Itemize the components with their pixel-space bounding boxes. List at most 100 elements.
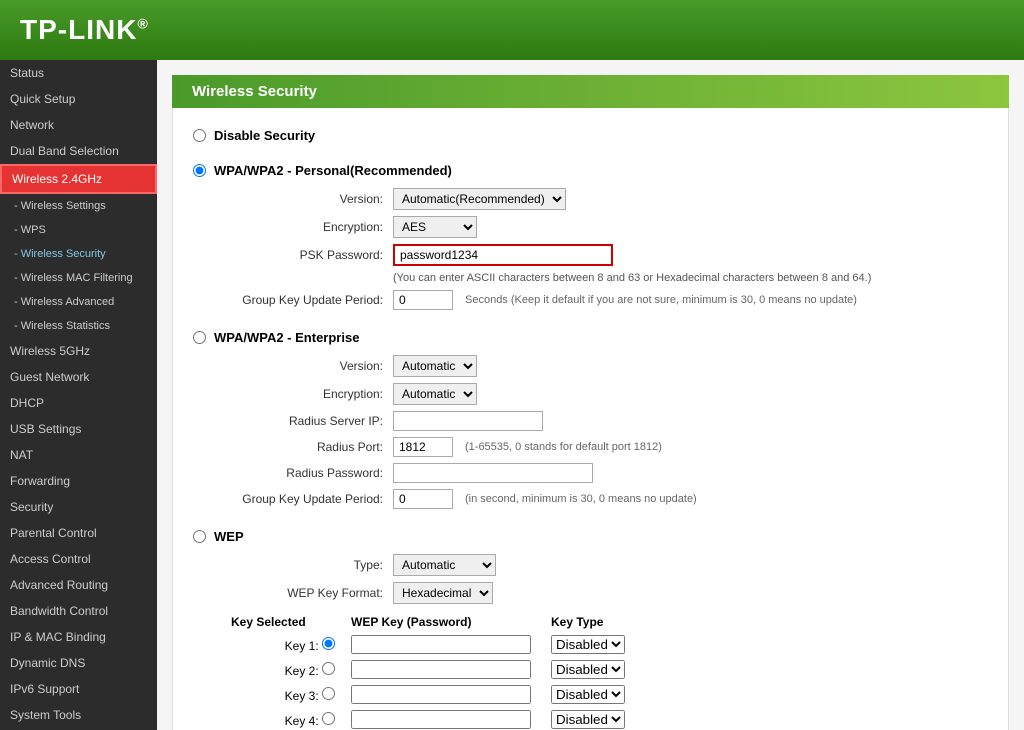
key-type-header: Key Type [543, 612, 633, 632]
sidebar-item-nat[interactable]: NAT [0, 442, 157, 468]
sidebar-item-ipv6[interactable]: IPv6 Support [0, 676, 157, 702]
sidebar-item-wireless24[interactable]: Wireless 2.4GHz [0, 164, 157, 194]
wpa-enterprise-header: WPA/WPA2 - Enterprise [193, 330, 988, 345]
sidebar-item-security[interactable]: Security [0, 494, 157, 520]
sidebar-item-usb[interactable]: USB Settings [0, 416, 157, 442]
wep-key-4-input[interactable] [351, 710, 531, 729]
psk-password-input[interactable] [393, 244, 613, 266]
wep-type-select[interactable]: Automatic Open System Shared Key [393, 554, 496, 576]
wep-key-2-type-cell: Disabled 64bit 128bit 152bit [543, 657, 633, 682]
wep-keyformat-select[interactable]: Hexadecimal ASCII [393, 582, 493, 604]
wep-label: WEP [214, 529, 244, 544]
wep-key-1-type-select[interactable]: Disabled 64bit 128bit 152bit [551, 635, 625, 654]
sidebar-item-network[interactable]: Network [0, 112, 157, 138]
wep-keys-table: Key Selected WEP Key (Password) Key Type… [223, 612, 633, 730]
wpa-enterprise-encryption-control: Automatic TKIP AES [393, 383, 477, 405]
psk-hint: (You can enter ASCII characters between … [223, 272, 988, 284]
wep-key-2-cell [343, 657, 543, 682]
enterprise-groupkey-input[interactable] [393, 489, 453, 509]
wpa-enterprise-encryption-label: Encryption: [223, 387, 393, 401]
radius-port-input[interactable] [393, 437, 453, 457]
wpa-personal-groupkey-label: Group Key Update Period: [223, 293, 393, 307]
sidebar-item-wireless-settings[interactable]: - Wireless Settings [0, 194, 157, 218]
radius-pass-label: Radius Password: [223, 466, 393, 480]
sidebar-item-wireless-advanced[interactable]: - Wireless Advanced [0, 290, 157, 314]
wep-type-row: Type: Automatic Open System Shared Key [193, 554, 988, 576]
wep-key-3-cell [343, 682, 543, 707]
wep-key-2-radio[interactable] [322, 662, 335, 675]
sidebar-item-bandwidth[interactable]: Bandwidth Control [0, 598, 157, 624]
wep-key-1-type-cell: Disabled 64bit 128bit 152bit [543, 632, 633, 657]
wep-key-3-row: Key 3: Disabled 64bit 128bit [223, 682, 633, 707]
sidebar-item-ipmac[interactable]: IP & MAC Binding [0, 624, 157, 650]
wep-key-4-label: Key 4: [223, 707, 343, 730]
wep-key-1-radio[interactable] [322, 637, 335, 650]
radius-ip-input[interactable] [393, 411, 543, 431]
wep-key-2-row: Key 2: Disabled 64bit 128bit [223, 657, 633, 682]
content-area: Disable Security WPA/WPA2 - Personal(Rec… [172, 108, 1009, 730]
sidebar-item-dualband[interactable]: Dual Band Selection [0, 138, 157, 164]
radius-port-label: Radius Port: [223, 440, 393, 454]
wep-key-2-input[interactable] [351, 660, 531, 679]
page-title: Wireless Security [172, 75, 1009, 108]
wpa-personal-encryption-control: Automatic TKIP AES [393, 216, 477, 238]
sidebar-item-wireless-security[interactable]: - Wireless Security [0, 242, 157, 266]
wpa-personal-version-control: Automatic(Recommended) WPA WPA2 [393, 188, 566, 210]
radius-ip-label: Radius Server IP: [223, 414, 393, 428]
sidebar-item-advanced-routing[interactable]: Advanced Routing [0, 572, 157, 598]
sidebar-item-dhcp[interactable]: DHCP [0, 390, 157, 416]
sidebar-item-wps[interactable]: - WPS [0, 218, 157, 242]
radius-port-row: Radius Port: (1-65535, 0 stands for defa… [193, 437, 988, 457]
wep-section: WEP Type: Automatic Open System Shared K… [193, 529, 988, 730]
sidebar-item-wireless5g[interactable]: Wireless 5GHz [0, 338, 157, 364]
wpa-personal-radio[interactable] [193, 164, 206, 177]
sidebar-item-quicksetup[interactable]: Quick Setup [0, 86, 157, 112]
disable-security-section: Disable Security [193, 128, 988, 143]
sidebar-item-parental[interactable]: Parental Control [0, 520, 157, 546]
wep-key-4-radio[interactable] [322, 712, 335, 725]
radius-pass-row: Radius Password: [193, 463, 988, 483]
wpa-personal-groupkey-control: Seconds (Keep it default if you are not … [393, 290, 857, 310]
disable-security-radio[interactable] [193, 129, 206, 142]
wpa-personal-section: WPA/WPA2 - Personal(Recommended) Version… [193, 163, 988, 310]
wep-key-3-input[interactable] [351, 685, 531, 704]
sidebar-item-systemtools[interactable]: System Tools [0, 702, 157, 728]
wep-key-4-cell [343, 707, 543, 730]
sidebar-item-guest[interactable]: Guest Network [0, 364, 157, 390]
wpa-enterprise-label: WPA/WPA2 - Enterprise [214, 330, 359, 345]
wep-key-2-type-select[interactable]: Disabled 64bit 128bit 152bit [551, 660, 625, 679]
wpa-enterprise-version-row: Version: Automatic WPA WPA2 [193, 355, 988, 377]
wep-type-label: Type: [223, 558, 393, 572]
wpa-personal-groupkey-input[interactable] [393, 290, 453, 310]
logo: TP-LINK® [20, 14, 149, 46]
wpa-enterprise-version-select[interactable]: Automatic WPA WPA2 [393, 355, 477, 377]
wep-key-3-type-select[interactable]: Disabled 64bit 128bit 152bit [551, 685, 625, 704]
wpa-personal-version-select[interactable]: Automatic(Recommended) WPA WPA2 [393, 188, 566, 210]
main-content: Wireless Security Disable Security WPA/W… [157, 60, 1024, 730]
key-selected-header: Key Selected [223, 612, 343, 632]
wpa-enterprise-encryption-select[interactable]: Automatic TKIP AES [393, 383, 477, 405]
wep-key-3-type-cell: Disabled 64bit 128bit 152bit [543, 682, 633, 707]
sidebar-item-status[interactable]: Status [0, 60, 157, 86]
sidebar-item-ddns[interactable]: Dynamic DNS [0, 650, 157, 676]
wep-key-1-cell [343, 632, 543, 657]
sidebar-item-forwarding[interactable]: Forwarding [0, 468, 157, 494]
wep-key-4-type-select[interactable]: Disabled 64bit 128bit 152bit [551, 710, 625, 729]
wpa-personal-label: WPA/WPA2 - Personal(Recommended) [214, 163, 452, 178]
wep-key-3-radio[interactable] [322, 687, 335, 700]
sidebar-item-mac-filtering[interactable]: - Wireless MAC Filtering [0, 266, 157, 290]
wpa-enterprise-radio[interactable] [193, 331, 206, 344]
wpa-personal-encryption-select[interactable]: Automatic TKIP AES [393, 216, 477, 238]
wep-key-4-row: Key 4: Disabled 64bit 128bit [223, 707, 633, 730]
radius-ip-row: Radius Server IP: [193, 411, 988, 431]
wep-radio[interactable] [193, 530, 206, 543]
wep-key-1-input[interactable] [351, 635, 531, 654]
sidebar-item-wireless-stats[interactable]: - Wireless Statistics [0, 314, 157, 338]
disable-security-header: Disable Security [193, 128, 988, 143]
wpa-enterprise-version-control: Automatic WPA WPA2 [393, 355, 477, 377]
body: Status Quick Setup Network Dual Band Sel… [0, 60, 1024, 730]
wep-keyformat-row: WEP Key Format: Hexadecimal ASCII [193, 582, 988, 604]
sidebar-item-access[interactable]: Access Control [0, 546, 157, 572]
wpa-personal-groupkey-row: Group Key Update Period: Seconds (Keep i… [193, 290, 988, 310]
radius-pass-input[interactable] [393, 463, 593, 483]
